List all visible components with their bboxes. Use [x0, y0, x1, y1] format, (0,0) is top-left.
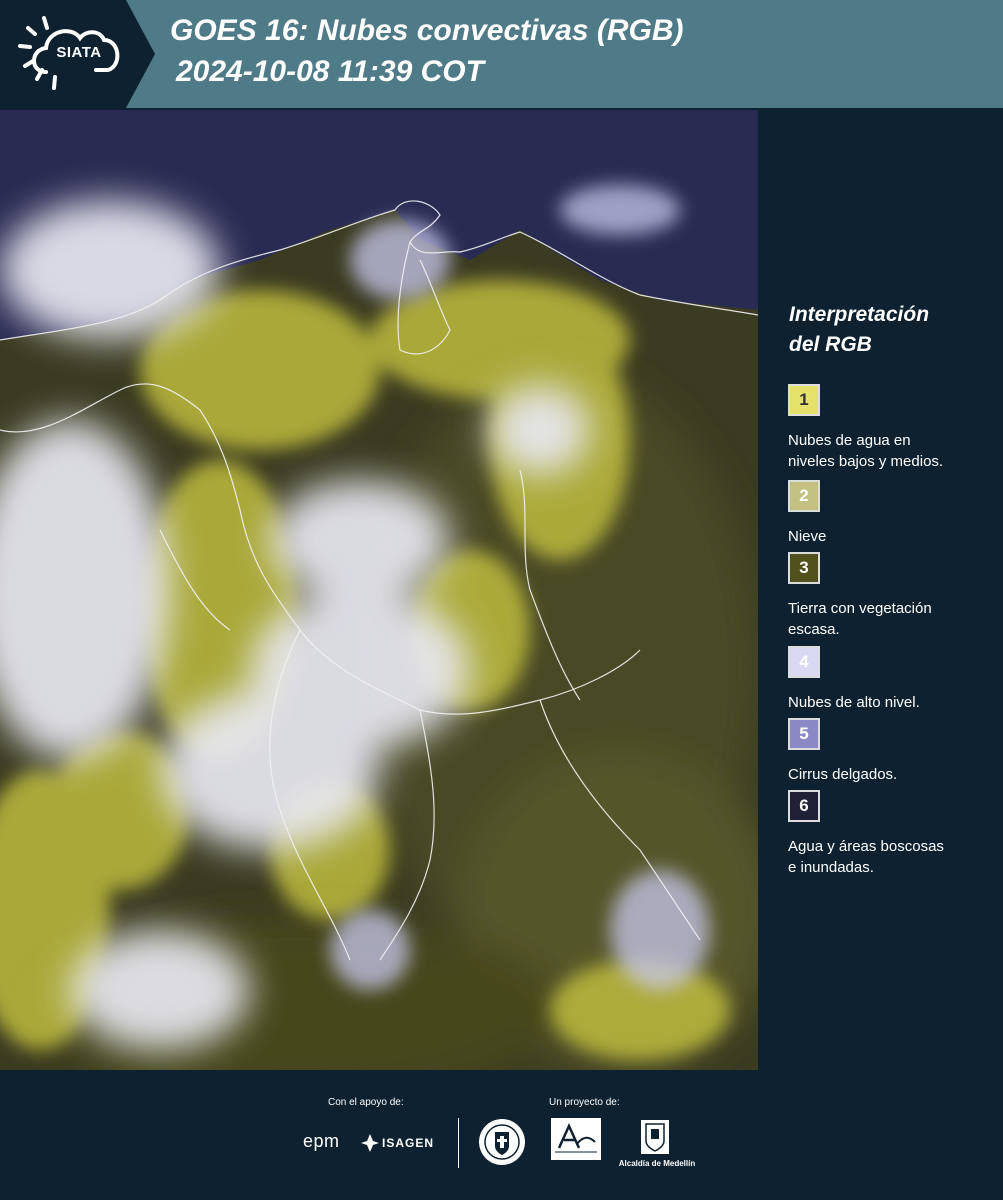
isagen-icon	[361, 1134, 379, 1152]
legend-swatch: 5	[788, 718, 820, 750]
legend-label: Nubes de alto nivel.	[788, 694, 920, 711]
page-title: GOES 16: Nubes convectivas (RGB)	[170, 14, 684, 47]
medellin-seal-icon	[479, 1119, 525, 1165]
legend-label: e inundadas.	[788, 859, 874, 876]
legend-label: escasa.	[788, 621, 840, 638]
project-label: Un proyecto de:	[549, 1097, 620, 1108]
legend-item: 3 Tierra con vegetación escasa.	[788, 552, 998, 640]
legend-label: Cirrus delgados.	[788, 766, 898, 783]
legend-title-line2: del RGB	[789, 333, 872, 356]
epm-logo: epm	[303, 1131, 340, 1151]
legend-label: Agua y áreas boscosas	[788, 838, 944, 855]
legend-label: niveles bajos y medios.	[788, 453, 944, 470]
legend-label: Tierra con vegetación	[788, 600, 932, 617]
legend-swatch: 2	[788, 480, 820, 512]
support-label: Con el apoyo de:	[328, 1097, 404, 1108]
legend-item: 4 Nubes de alto nivel.	[788, 646, 998, 713]
alcaldia-label: Alcaldía de Medellín	[618, 1159, 696, 1168]
legend: Interpretación del RGB 1 Nubes de agua e…	[774, 300, 996, 876]
legend-label: Nieve	[788, 528, 827, 545]
isagen-logo: ISAGEN	[382, 1136, 435, 1150]
area-metropolitana-logo-icon	[551, 1118, 601, 1160]
alcaldia-shield-icon	[641, 1120, 669, 1154]
legend-swatch: 1	[788, 384, 820, 416]
logo-text: SIATA	[56, 44, 102, 61]
legend-swatch: 6	[788, 790, 820, 822]
footer-divider	[458, 1118, 459, 1168]
legend-swatch: 4	[788, 646, 820, 678]
satellite-image	[0, 110, 758, 1070]
legend-label: Nubes de agua en	[788, 432, 911, 449]
timestamp: 2024-10-08 11:39 COT	[176, 55, 484, 88]
legend-item: 5 Cirrus delgados.	[788, 718, 998, 785]
legend-title-line1: Interpretación	[789, 303, 930, 326]
legend-swatch: 3	[788, 552, 820, 584]
siata-logo: SIATA	[0, 0, 155, 108]
legend-item: 2 Nieve	[788, 480, 998, 547]
area-line2: Valle de Aburrá	[556, 1166, 596, 1172]
legend-item: 1 Nubes de agua en niveles bajos y medio…	[788, 384, 998, 472]
legend-item: 6 Agua y áreas boscosas e inundadas.	[788, 790, 998, 878]
header-bar: SIATA GOES 16: Nubes convectivas (RGB) 2…	[0, 0, 1003, 108]
